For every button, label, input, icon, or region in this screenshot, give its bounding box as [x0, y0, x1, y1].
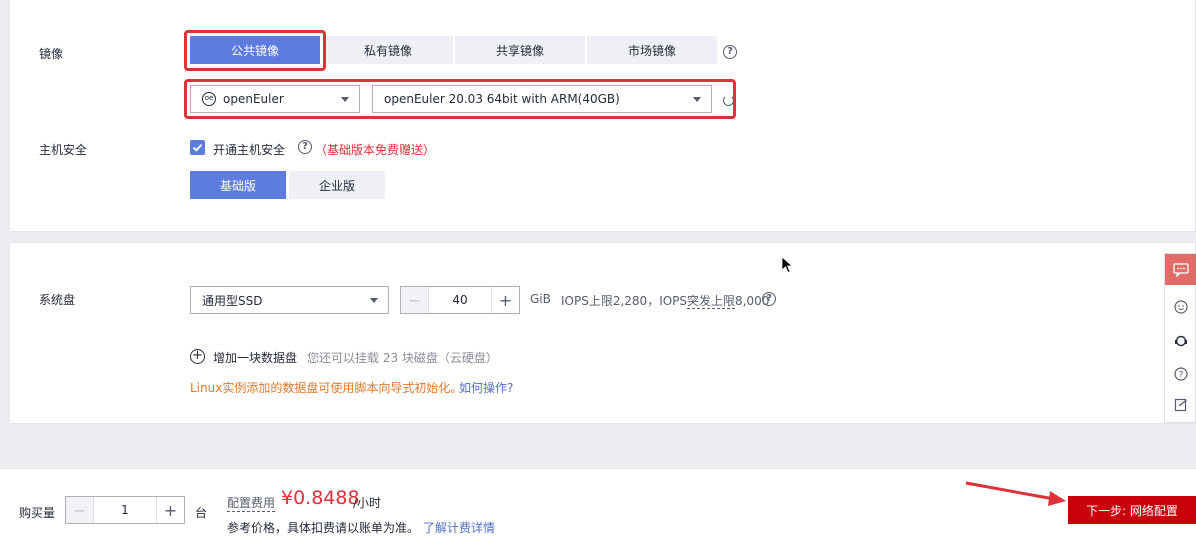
host-security-checkbox-label: 开通主机安全 [213, 143, 286, 157]
price-unit: /小时 [353, 496, 382, 510]
add-data-disk-button[interactable]: 增加一块数据盘 [213, 349, 297, 366]
tab-shared-image[interactable]: 共享镜像 [455, 36, 585, 64]
add-disk-hint: 您还可以挂载 23 块磁盘（云硬盘） [307, 351, 498, 365]
disk-size-value[interactable]: 40 [428, 287, 492, 313]
host-security-checkbox[interactable] [190, 140, 205, 155]
iops-limit-text: IOPS上限2,280，IOPS [561, 294, 688, 308]
quantity-label: 购买量 [19, 506, 56, 520]
chevron-down-icon [370, 298, 378, 303]
host-security-label: 主机安全 [39, 143, 88, 157]
floating-sidebar: ? [1164, 253, 1196, 423]
how-to-link[interactable]: 如何操作? [459, 379, 513, 396]
next-network-config-button[interactable]: 下一步: 网络配置 [1068, 496, 1196, 524]
disk-type-select[interactable]: 通用型SSD [190, 286, 389, 314]
image-label: 镜像 [39, 47, 64, 61]
quantity-stepper[interactable]: − 1 + [65, 496, 185, 524]
help-icon[interactable]: ? [723, 45, 737, 59]
add-circle-icon[interactable]: + [190, 349, 205, 364]
linux-init-note: Linux实例添加的数据盘可使用脚本向导式初始化。 [190, 381, 463, 395]
svg-text:?: ? [1179, 371, 1184, 381]
edition-enterprise[interactable]: 企业版 [289, 171, 385, 199]
system-disk-label: 系统盘 [39, 293, 76, 307]
help-icon[interactable]: ? [298, 140, 312, 154]
feedback-smile-icon[interactable] [1174, 300, 1188, 314]
edit-form-icon[interactable] [1174, 398, 1188, 412]
help-icon[interactable]: ? [1174, 367, 1188, 381]
increment-button[interactable]: + [492, 287, 519, 313]
mouse-cursor-icon [781, 256, 793, 274]
customer-service-icon[interactable] [1174, 334, 1188, 348]
fee-label[interactable]: 配置费用 [227, 494, 276, 512]
tab-private-image[interactable]: 私有镜像 [323, 36, 453, 64]
price-value: ¥0.8488 [281, 487, 360, 509]
refresh-icon[interactable] [723, 95, 734, 106]
quantity-value[interactable]: 1 [93, 497, 157, 523]
system-disk-panel: 系统盘 通用型SSD − 40 + GiB IOPS上限2,280，IOPS突发… [9, 242, 1196, 424]
tab-market-image[interactable]: 市场镜像 [587, 36, 717, 64]
help-icon[interactable]: ? [762, 292, 776, 306]
highlight-box-selects [184, 79, 736, 119]
disk-type-value: 通用型SSD [202, 293, 263, 308]
annotation-arrow-icon [965, 481, 1066, 506]
edition-basic[interactable]: 基础版 [190, 171, 286, 199]
image-panel: 镜像 公共镜像 私有镜像 共享镜像 市场镜像 ? oe openEuler op… [9, 0, 1196, 232]
increment-button[interactable]: + [157, 497, 184, 523]
chat-icon [1173, 262, 1189, 277]
iops-burst-label[interactable]: 突发上限 [687, 294, 736, 309]
decrement-button[interactable]: − [66, 497, 93, 523]
disk-size-unit: GiB [530, 292, 551, 306]
billing-details-link[interactable]: 了解计费详情 [423, 519, 495, 536]
checkmark-icon [192, 144, 203, 152]
chat-button[interactable] [1165, 254, 1196, 285]
host-security-note: （基础版本免费赠送） [315, 143, 436, 157]
decrement-button[interactable]: − [401, 287, 428, 313]
iops-info: IOPS上限2,280，IOPS突发上限8,000 [561, 292, 769, 309]
disk-size-stepper[interactable]: − 40 + [400, 286, 520, 314]
reference-note: 参考价格，具体扣费请以账单为准。 [227, 521, 420, 535]
quantity-unit: 台 [195, 506, 208, 520]
highlight-box-tabs [184, 30, 326, 71]
